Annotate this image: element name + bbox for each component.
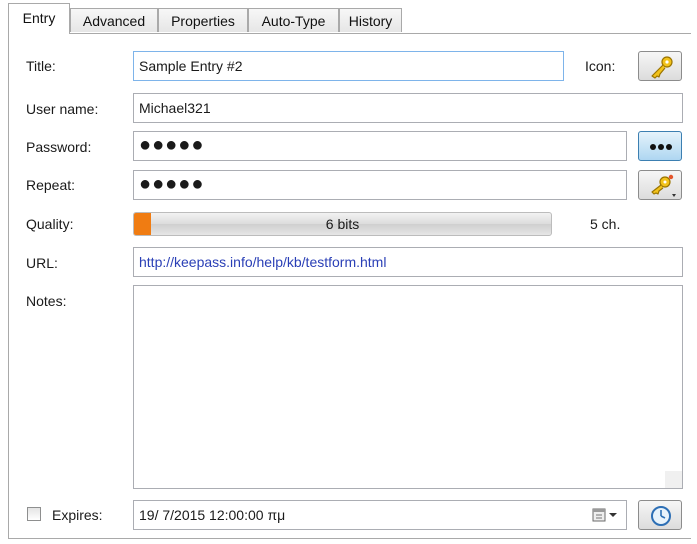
url-label: URL: [26, 255, 58, 271]
repeat-label: Repeat: [26, 177, 76, 193]
chevron-down-icon [609, 513, 617, 517]
show-password-button[interactable] [638, 131, 682, 161]
tab-entry[interactable]: Entry [8, 3, 70, 34]
username-field[interactable]: Michael321 [133, 93, 683, 123]
expiry-datetime-value: 19/ 7/2015 12:00:00 πμ [139, 507, 286, 523]
key-generator-icon [651, 174, 676, 197]
password-length: 5 ch. [590, 216, 621, 232]
password-quality-bar: 6 bits [133, 212, 552, 236]
icon-label: Icon: [585, 58, 616, 74]
tab-auto-type[interactable]: Auto-Type [248, 8, 339, 32]
calendar-icon [592, 508, 617, 522]
quality-label: Quality: [26, 216, 74, 232]
password-quality-text: 6 bits [325, 216, 360, 232]
key-icon [651, 56, 673, 79]
password-field[interactable]: ●●●●● [133, 131, 627, 161]
password-label: Password: [26, 139, 92, 155]
expires-checkbox[interactable] [27, 507, 41, 521]
tab-strip: Entry Advanced Properties Auto-Type Hist… [0, 0, 697, 34]
resize-corner [665, 471, 682, 488]
notes-textarea[interactable] [133, 285, 683, 489]
username-label: User name: [26, 101, 99, 117]
dots-icon [650, 144, 672, 150]
url-field[interactable]: http://keepass.info/help/kb/testform.htm… [133, 247, 683, 277]
generate-password-button[interactable] [638, 170, 682, 200]
clock-icon [651, 506, 671, 526]
tab-properties[interactable]: Properties [158, 8, 248, 32]
expiry-datetime-field[interactable]: 19/ 7/2015 12:00:00 πμ [133, 500, 627, 530]
icon-button[interactable] [638, 51, 682, 81]
notes-label: Notes: [26, 293, 67, 309]
tab-history[interactable]: History [339, 8, 402, 32]
tab-advanced[interactable]: Advanced [70, 8, 158, 32]
title-label: Title: [26, 58, 56, 74]
title-field[interactable]: Sample Entry #2 [133, 51, 564, 81]
repeat-password-field[interactable]: ●●●●● [133, 170, 627, 200]
expiry-presets-button[interactable] [638, 500, 682, 530]
expires-label[interactable]: Expires: [52, 507, 103, 523]
calendar-dropdown[interactable] [590, 501, 620, 529]
